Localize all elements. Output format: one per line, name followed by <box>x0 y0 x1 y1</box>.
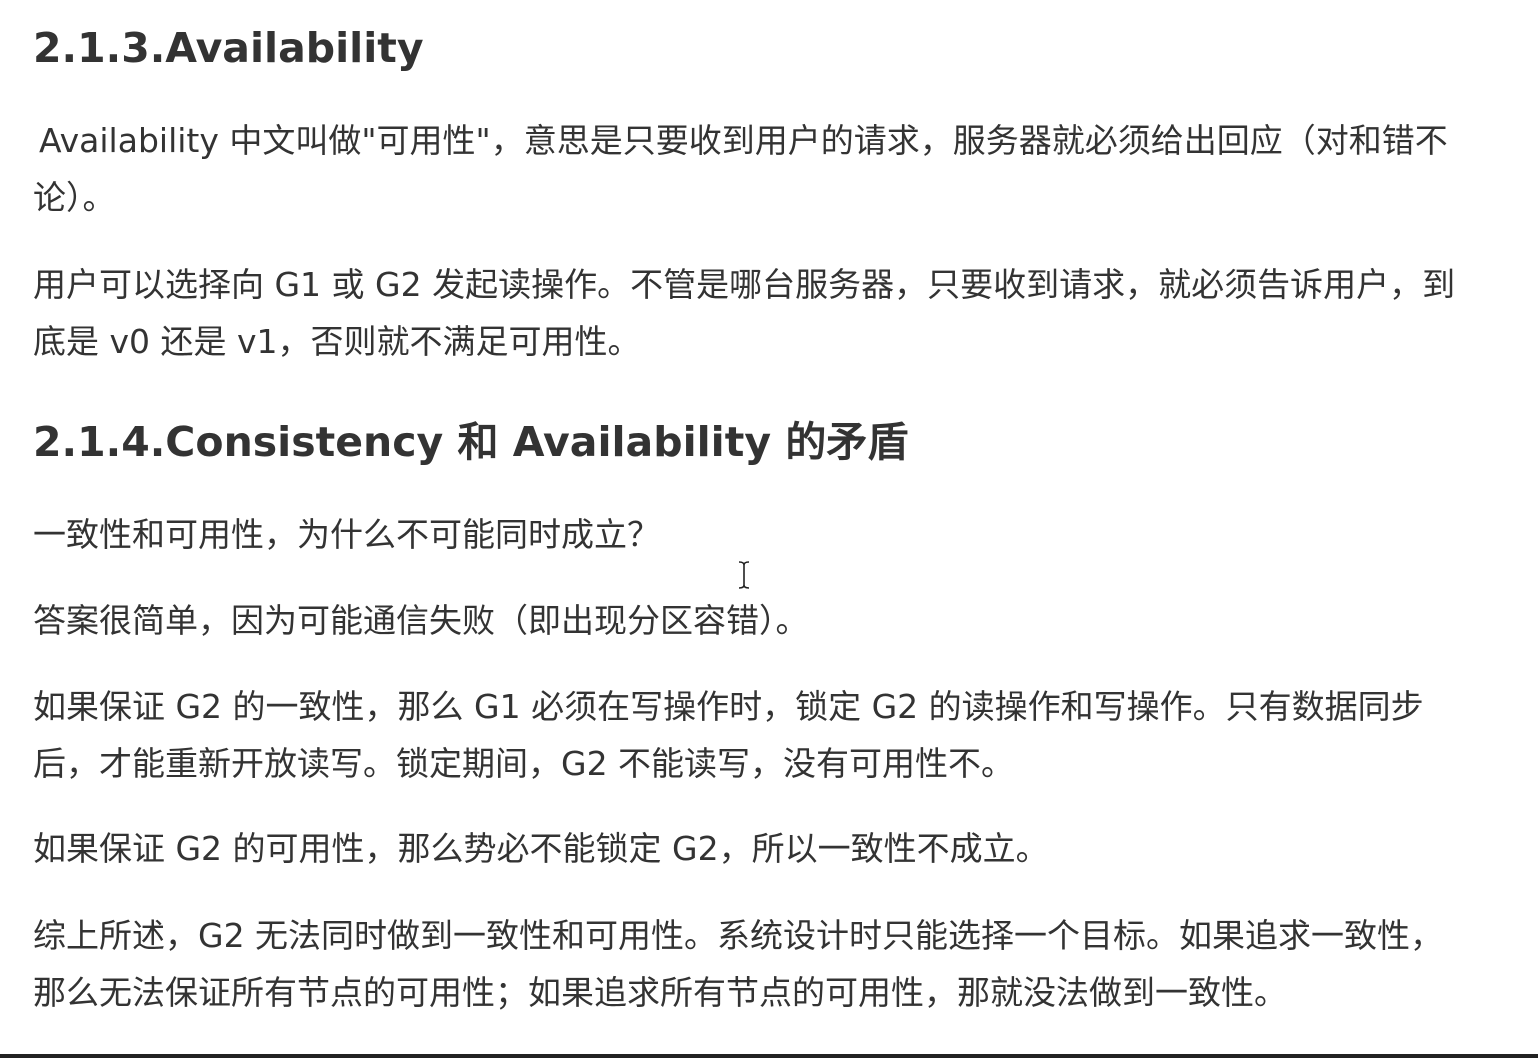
paragraph-ensure-availability: 如果保证 G2 的可用性，那么势必不能锁定 G2，所以一致性不成立。 <box>33 829 1049 868</box>
section-heading-consistency-availability-conflict: 2.1.4.Consistency 和 Availability 的矛盾 <box>33 418 909 466</box>
text-cursor-icon <box>738 561 750 589</box>
paragraph-availability-example: 用户可以选择向 G1 或 G2 发起读操作。不管是哪台服务器，只要收到请求，就必… <box>33 265 1456 361</box>
paragraph-conflict-question: 一致性和可用性，为什么不可能同时成立？ <box>33 515 660 554</box>
paragraph-conflict-answer: 答案很简单，因为可能通信失败（即出现分区容错）。 <box>33 601 809 640</box>
paragraph-ensure-consistency: 如果保证 G2 的一致性，那么 G1 必须在写操作时，锁定 G2 的读操作和写操… <box>33 687 1424 783</box>
paragraph-availability-definition: Availability 中文叫做"可用性"，意思是只要收到用户的请求，服务器就… <box>33 121 1448 217</box>
paragraph-conclusion: 综上所述，G2 无法同时做到一致性和可用性。系统设计时只能选择一个目标。如果追求… <box>33 916 1444 1012</box>
window-bottom-edge <box>0 1054 1538 1058</box>
section-heading-availability: 2.1.3.Availability <box>33 24 424 72</box>
